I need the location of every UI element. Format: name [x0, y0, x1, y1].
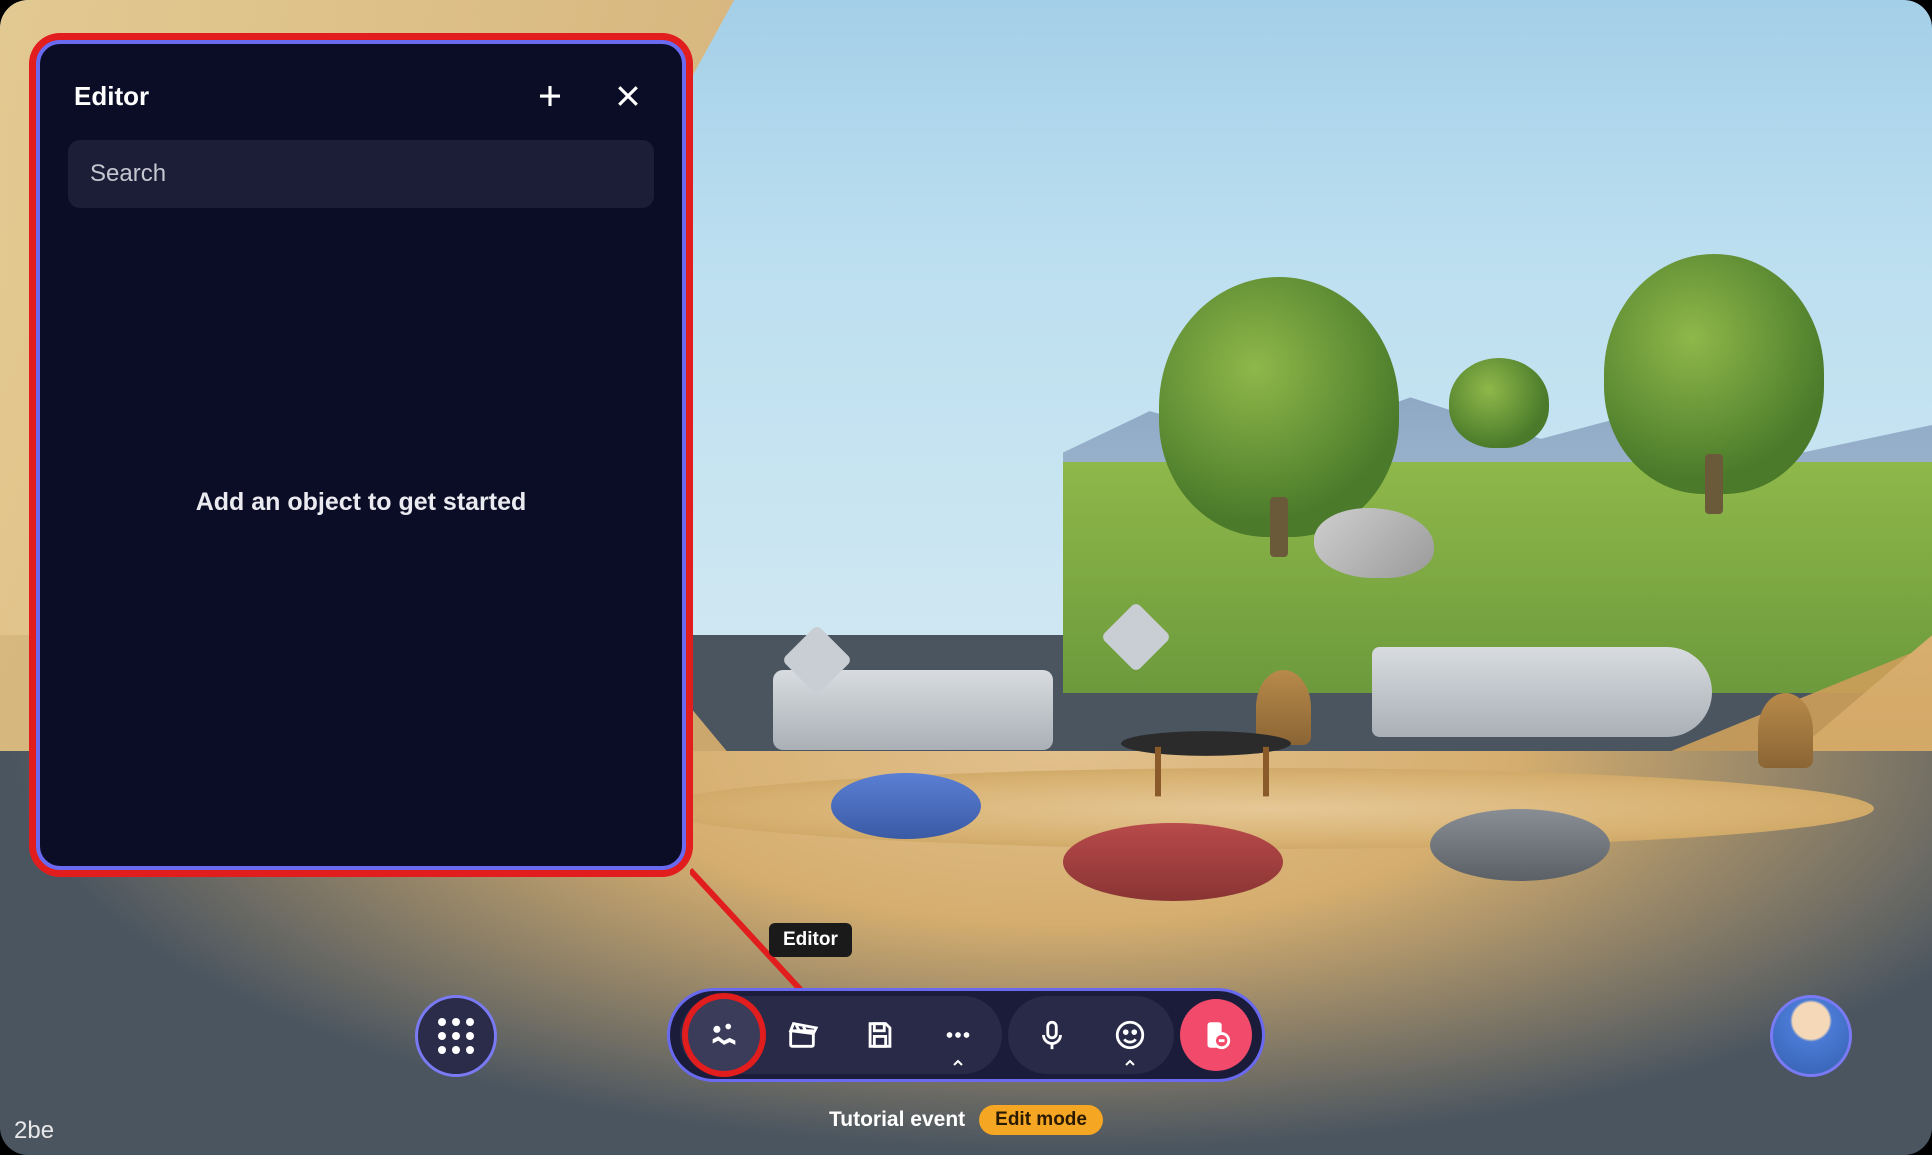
ottoman-blue: [831, 773, 981, 839]
tree: [1449, 358, 1549, 448]
chevron-up-icon: [1124, 1059, 1136, 1067]
smile-icon: [1113, 1018, 1147, 1052]
close-button[interactable]: [608, 76, 648, 116]
action-button[interactable]: [766, 999, 838, 1071]
corner-code: 2be: [14, 1117, 54, 1145]
microphone-button[interactable]: [1016, 999, 1088, 1071]
app-viewport: Editor Add an object to get started Edit…: [0, 0, 1932, 1155]
editor-panel: Editor Add an object to get started: [36, 40, 686, 870]
editor-button[interactable]: [688, 999, 760, 1071]
editor-tooltip: Editor: [769, 923, 852, 957]
more-button[interactable]: [922, 999, 994, 1071]
add-button[interactable]: [530, 76, 570, 116]
more-icon: [941, 1018, 975, 1052]
bottom-toolbar: [667, 988, 1265, 1082]
leave-button[interactable]: [1180, 999, 1252, 1071]
tree: [1159, 277, 1399, 537]
ottoman-grey: [1430, 809, 1610, 881]
side-table: [1758, 693, 1813, 768]
apps-button[interactable]: [415, 995, 497, 1077]
microphone-icon: [1035, 1018, 1069, 1052]
leave-icon: [1199, 1018, 1233, 1052]
coffee-table: [1121, 731, 1291, 756]
save-button[interactable]: [844, 999, 916, 1071]
status-bar: Tutorial event Edit mode: [829, 1105, 1103, 1135]
empty-state-message: Add an object to get started: [68, 488, 654, 517]
avatar-button[interactable]: [1770, 995, 1852, 1077]
clapper-icon: [785, 1018, 819, 1052]
editor-title: Editor: [74, 81, 149, 112]
close-icon: [613, 81, 643, 111]
editor-icon: [707, 1018, 741, 1052]
ottoman-red: [1063, 823, 1283, 901]
sofa: [1372, 647, 1712, 737]
tree: [1604, 254, 1824, 494]
chevron-up-icon: [952, 1059, 964, 1067]
plus-icon: [535, 81, 565, 111]
save-icon: [863, 1018, 897, 1052]
reactions-button[interactable]: [1094, 999, 1166, 1071]
grid-icon: [438, 1018, 474, 1054]
search-input[interactable]: [68, 140, 654, 208]
mode-badge: Edit mode: [979, 1105, 1103, 1135]
event-name: Tutorial event: [829, 1108, 965, 1132]
